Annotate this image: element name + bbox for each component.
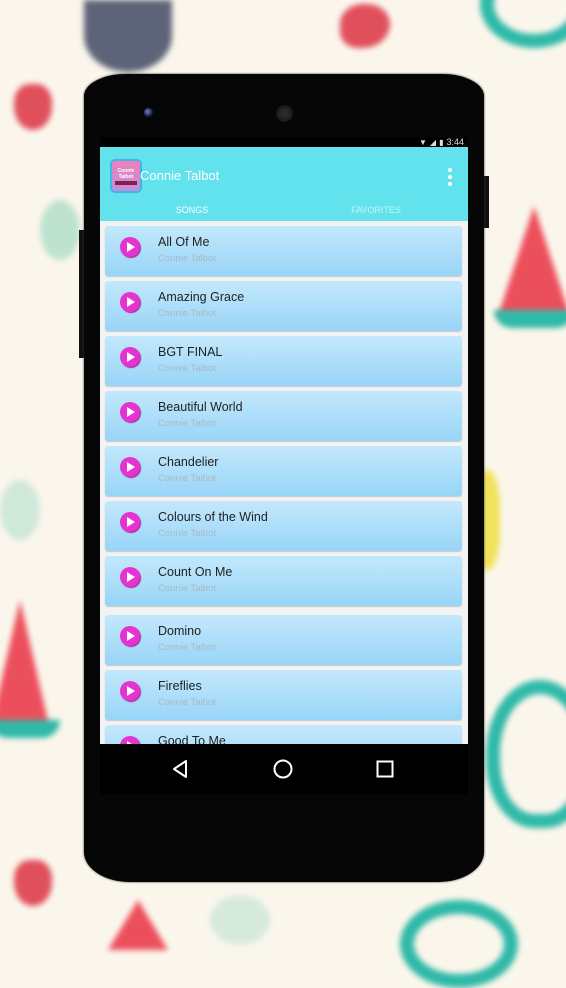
- background-watermelon-rind-decoration: [0, 720, 60, 738]
- song-list[interactable]: All Of Me Connie Talbot Amazing Grace Conni…: [100, 221, 468, 744]
- song-list-item[interactable]: Amazing Grace Connie Talbot: [105, 281, 462, 331]
- song-title: Good To Me: [158, 734, 226, 744]
- play-icon[interactable]: [120, 402, 140, 422]
- song-title: Fireflies: [158, 679, 202, 693]
- song-list-item[interactable]: All Of Me Connie Talbot: [105, 226, 462, 276]
- background-pear-decoration: [486, 680, 566, 828]
- phone-screen: ▼ ◢ ▮ 3:44 Connie Talbot Connie Talbot S…: [100, 137, 468, 794]
- song-artist: Connie Talbot: [158, 418, 216, 429]
- background-strawberry-decoration: [14, 84, 52, 130]
- background-strawberry-decoration: [340, 4, 390, 48]
- tab-songs[interactable]: SONGS: [100, 201, 284, 219]
- background-watermelon-decoration: [498, 206, 566, 316]
- front-camera: [144, 108, 153, 117]
- play-icon[interactable]: [120, 681, 140, 701]
- logo-text-line: Talbot: [118, 173, 134, 180]
- song-artist: Connie Talbot: [158, 363, 216, 374]
- navigation-bar: [100, 744, 468, 794]
- play-icon[interactable]: [120, 736, 140, 744]
- song-artist: Connie Talbot: [158, 528, 216, 539]
- background-plum-decoration: [84, 0, 172, 72]
- song-list-item[interactable]: Chandelier Connie Talbot: [105, 446, 462, 496]
- background-cherry-decoration: [40, 200, 80, 260]
- earpiece-speaker: [276, 105, 293, 122]
- play-icon[interactable]: [120, 626, 140, 646]
- play-icon[interactable]: [120, 292, 140, 312]
- song-list-item[interactable]: Beautiful World Connie Talbot: [105, 391, 462, 441]
- song-list-item[interactable]: Fireflies Connie Talbot: [105, 670, 462, 720]
- background-strawberry-decoration: [14, 860, 52, 906]
- song-artist: Connie Talbot: [158, 697, 216, 708]
- song-title: Chandelier: [158, 455, 219, 469]
- song-list-item[interactable]: Count On Me Connie Talbot: [105, 556, 462, 606]
- app-title: Connie Talbot: [140, 168, 220, 183]
- song-list-item[interactable]: Domino Connie Talbot: [105, 615, 462, 665]
- play-icon[interactable]: [120, 512, 140, 532]
- play-icon[interactable]: [120, 567, 140, 587]
- song-list-item[interactable]: Colours of the Wind Connie Talbot: [105, 501, 462, 551]
- song-title: Amazing Grace: [158, 290, 245, 304]
- overflow-menu-icon[interactable]: [448, 168, 452, 186]
- song-title: Domino: [158, 624, 202, 638]
- back-icon[interactable]: [170, 758, 192, 780]
- song-title: Beautiful World: [158, 400, 243, 414]
- background-ring-decoration: [480, 0, 566, 48]
- background-pear-decoration: [400, 900, 518, 988]
- background-watermelon-rind-decoration: [494, 310, 566, 328]
- app-bar: Connie Talbot Connie Talbot SONGS FAVORI…: [100, 147, 468, 221]
- song-title: Colours of the Wind: [158, 510, 268, 524]
- song-list-item[interactable]: Good To MeConnie Talbot: [105, 725, 462, 744]
- play-icon[interactable]: [120, 237, 140, 257]
- background-watermelon-decoration: [0, 600, 50, 730]
- song-title: All Of Me: [158, 235, 210, 249]
- song-title: Count On Me: [158, 565, 233, 579]
- status-bar: ▼ ◢ ▮ 3:44: [100, 137, 468, 147]
- power-button: [484, 176, 489, 228]
- logo-bar: [115, 180, 137, 185]
- app-logo: Connie Talbot: [110, 159, 142, 193]
- signal-icon: ◢: [429, 137, 437, 147]
- wifi-icon: ▼: [418, 137, 427, 147]
- song-list-item[interactable]: BGT FINAL Connie Talbot: [105, 336, 462, 386]
- song-artist: Connie Talbot: [158, 473, 216, 484]
- play-icon[interactable]: [120, 347, 140, 367]
- song-title: BGT FINAL: [158, 345, 223, 359]
- song-artist: Connie Talbot: [158, 583, 216, 594]
- recents-icon[interactable]: [374, 758, 396, 780]
- status-time: 3:44: [446, 137, 464, 147]
- background-watermelon-decoration: [108, 900, 168, 950]
- song-artist: Connie Talbot: [158, 308, 216, 319]
- tab-favorites[interactable]: FAVORITES: [284, 201, 468, 219]
- song-artist: Connie Talbot: [158, 642, 216, 653]
- play-icon[interactable]: [120, 457, 140, 477]
- battery-icon: ▮: [439, 137, 444, 147]
- background-cherry-decoration: [0, 480, 40, 540]
- home-icon[interactable]: [272, 758, 294, 780]
- tab-bar: SONGS FAVORITES: [100, 201, 468, 219]
- song-artist: Connie Talbot: [158, 253, 216, 264]
